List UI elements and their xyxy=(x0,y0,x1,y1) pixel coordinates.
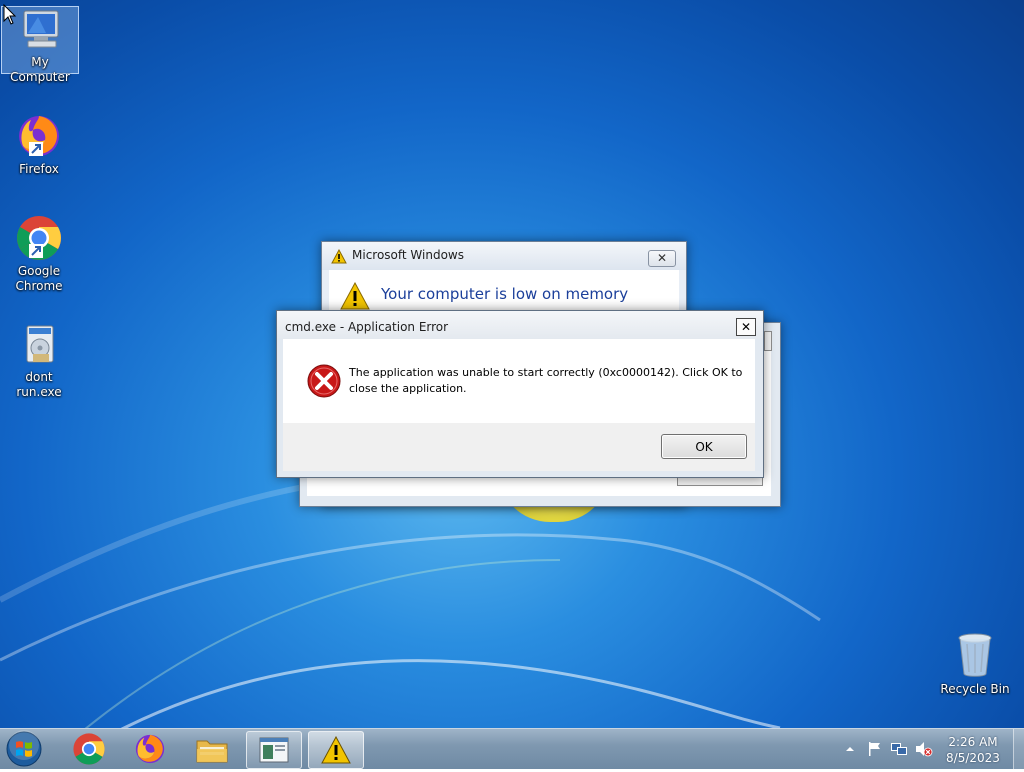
error-icon xyxy=(307,364,341,398)
warning-icon xyxy=(331,249,347,264)
windows-logo-icon xyxy=(6,730,42,767)
error-dialog-close-button[interactable]: ✕ xyxy=(736,318,756,336)
desktop-icon-recycle-bin[interactable]: Recycle Bin xyxy=(936,630,1014,697)
memory-dialog-close-button[interactable]: ✕ xyxy=(648,250,676,267)
computer-icon xyxy=(23,10,59,48)
desktop-icon-dont-run[interactable]: dont run.exe xyxy=(1,320,77,400)
error-message-line-2: close the application. xyxy=(349,382,467,395)
action-center-flag-icon[interactable] xyxy=(867,741,883,757)
taskbar-item-chrome[interactable] xyxy=(62,731,116,767)
close-icon: ✕ xyxy=(740,320,752,334)
network-icon[interactable] xyxy=(890,741,908,757)
taskbar: 2:26 AM 8/5/2023 xyxy=(0,728,1024,769)
clock-date: 8/5/2023 xyxy=(946,751,1000,765)
desktop[interactable]: My Computer Firefox Google Chrome dont r… xyxy=(0,0,1024,768)
desktop-icon-google-chrome[interactable]: Google Chrome xyxy=(1,214,77,294)
show-desktop-button[interactable] xyxy=(1013,729,1024,769)
warning-icon xyxy=(321,736,351,764)
chrome-icon xyxy=(17,216,61,260)
error-message-line-1: The application was unable to start corr… xyxy=(349,366,743,379)
taskbar-item-firefox[interactable] xyxy=(123,731,177,767)
memory-dialog-titlebar[interactable]: Microsoft Windows ✕ xyxy=(322,242,686,270)
error-dialog-titlebar[interactable]: cmd.exe - Application Error ✕ xyxy=(277,311,763,339)
desktop-icon-label: dont run.exe xyxy=(16,370,62,399)
desktop-icon-label: Google Chrome xyxy=(15,264,63,293)
taskbar-item-file-explorer[interactable] xyxy=(185,731,239,767)
taskbar-item-dont-run[interactable] xyxy=(246,731,302,769)
application-window-icon xyxy=(259,737,289,763)
memory-dialog-title: Microsoft Windows xyxy=(352,248,464,262)
start-button[interactable] xyxy=(4,730,48,768)
error-dialog-title: cmd.exe - Application Error xyxy=(285,320,449,334)
chrome-icon xyxy=(73,733,105,765)
recycle-bin-icon xyxy=(958,633,992,677)
application-error-dialog[interactable]: cmd.exe - Application Error ✕ The applic… xyxy=(276,310,764,478)
desktop-icon-label: Recycle Bin xyxy=(940,682,1010,696)
folder-icon xyxy=(196,740,228,763)
desktop-icon-firefox[interactable]: Firefox xyxy=(1,112,77,177)
clock-time: 2:26 AM xyxy=(948,735,998,749)
installer-icon xyxy=(26,325,54,363)
firefox-icon xyxy=(135,734,165,764)
close-icon: ✕ xyxy=(656,251,668,265)
desktop-icon-label: Firefox xyxy=(19,162,59,176)
desktop-icon-label: My Computer xyxy=(10,55,70,84)
taskbar-item-warning-dialog[interactable] xyxy=(308,731,364,769)
background-window-scroll-edge xyxy=(764,331,772,351)
error-dialog-message-area: The application was unable to start corr… xyxy=(283,339,755,423)
warning-icon xyxy=(340,282,370,310)
show-hidden-icons-chevron-icon[interactable] xyxy=(845,744,855,754)
firefox-icon xyxy=(19,116,59,156)
ok-button[interactable]: OK xyxy=(661,434,747,459)
volume-muted-icon[interactable] xyxy=(915,741,933,757)
memory-dialog-heading: Your computer is low on memory xyxy=(381,285,629,303)
taskbar-clock[interactable]: 2:26 AM 8/5/2023 xyxy=(940,734,1006,766)
mouse-cursor-icon xyxy=(3,4,17,25)
